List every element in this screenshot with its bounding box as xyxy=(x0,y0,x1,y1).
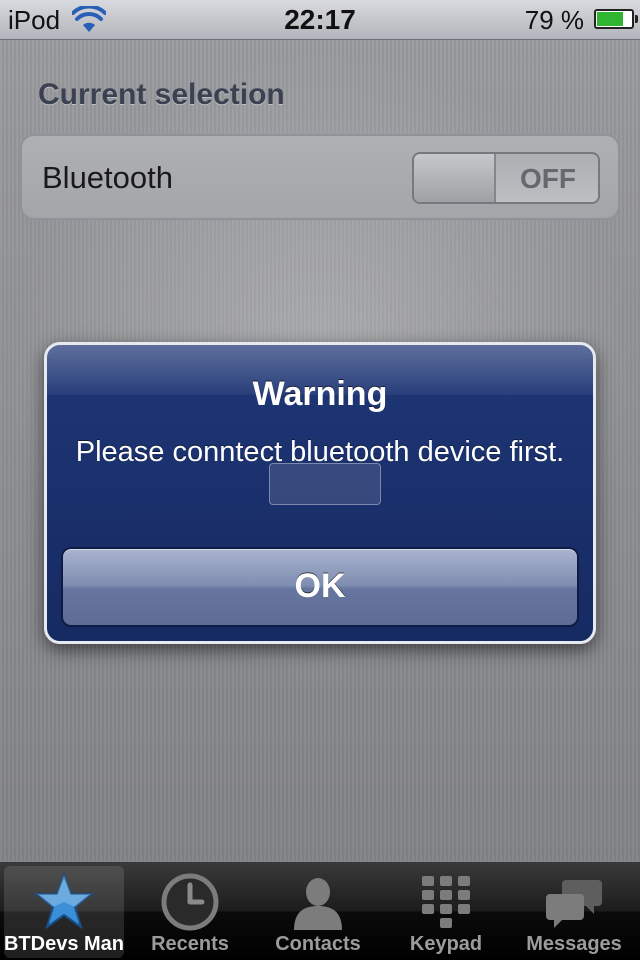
tab-label: Contacts xyxy=(275,933,361,955)
chat-bubbles-icon xyxy=(546,880,602,928)
clock-icon xyxy=(161,873,219,931)
tab-keypad[interactable]: Keypad xyxy=(386,866,506,958)
alert-message: Please conntect bluetooth device first. xyxy=(75,436,565,468)
tab-btdevs-man[interactable]: BTDevs Man xyxy=(4,866,124,958)
tab-contacts[interactable]: Contacts xyxy=(258,866,378,958)
tab-label: BTDevs Man xyxy=(3,933,125,955)
tab-messages[interactable]: Messages xyxy=(514,866,634,958)
status-bar: iPod 22:17 79 % xyxy=(0,0,640,40)
star-icon xyxy=(34,872,94,930)
tab-recents[interactable]: Recents xyxy=(130,866,250,958)
tab-bar: BTDevs Man Recents Contacts Keypad Messa… xyxy=(0,862,640,960)
tab-label: Keypad xyxy=(409,933,483,955)
tab-label: Messages xyxy=(526,933,622,955)
person-icon xyxy=(294,878,342,930)
battery-percentage: 79 % xyxy=(524,5,584,35)
warning-alert: Warning Please conntect bluetooth device… xyxy=(44,342,596,644)
battery-icon xyxy=(594,9,638,29)
keypad-icon xyxy=(422,876,470,928)
battery-fill xyxy=(597,12,624,26)
tab-label: Recents xyxy=(151,933,229,955)
alert-title: Warning xyxy=(252,375,388,413)
ok-button[interactable]: OK xyxy=(61,547,579,627)
